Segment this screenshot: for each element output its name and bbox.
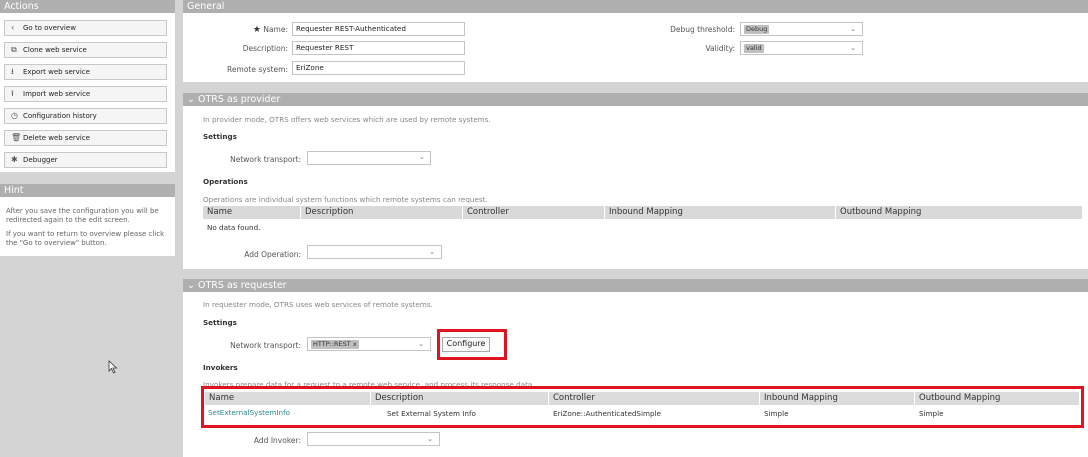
validity-select[interactable]: valid ⌄ [740, 41, 863, 55]
general-panel: General ★ Name: Requester REST-Authentic… [183, 0, 1088, 82]
action-button[interactable]: ◷ Configuration history [4, 108, 167, 124]
invokers-title: Invokers [203, 363, 238, 372]
chevron-down-icon: ⌄ [850, 44, 856, 52]
col-description: Description [301, 206, 463, 219]
action-label: Debugger [23, 156, 58, 164]
action-button[interactable]: ⭳ Export web service [4, 64, 167, 80]
remote-system-label: Remote system: [227, 65, 288, 74]
requester-transport-select[interactable]: HTTP::REST x ⌄ [307, 337, 431, 351]
name-label: ★ Name: [252, 25, 288, 35]
operations-table: Name Description Controller Inbound Mapp… [203, 206, 1083, 236]
requester-settings-title: Settings [203, 318, 237, 327]
hint-title: Hint [0, 184, 175, 197]
requester-intro: In requester mode, OTRS uses web service… [203, 300, 433, 309]
add-operation-label: Add Operation: [244, 250, 301, 259]
requester-title: OTRS as requester [198, 280, 287, 291]
action-button[interactable]: ✱ Debugger [4, 152, 167, 168]
action-label: Clone web service [23, 46, 87, 54]
provider-settings-title: Settings [203, 132, 237, 141]
action-button[interactable]: 🗑 Delete web service [4, 130, 167, 146]
chevron-down-icon: ⌄ [850, 25, 856, 33]
col-name: Name [203, 206, 301, 219]
collapse-chevron-icon: ⌄ [187, 280, 195, 291]
debug-threshold-select[interactable]: Debug ⌄ [740, 22, 863, 36]
chip-remove-icon[interactable]: x [353, 340, 357, 348]
add-invoker-label: Add Invoker: [253, 436, 301, 445]
export-icon: ⭳ [11, 67, 14, 76]
action-button[interactable]: ⧉ Clone web service [4, 42, 167, 58]
transport-chip-label: HTTP::REST [313, 340, 351, 348]
operations-intro: Operations are individual system functio… [203, 195, 488, 204]
action-label: Configuration history [23, 112, 97, 120]
configure-highlight [437, 329, 507, 360]
provider-intro: In provider mode, OTRS offers web servic… [203, 115, 491, 124]
bug-icon: ✱ [11, 155, 18, 164]
add-invoker-select[interactable]: ⌄ [307, 432, 440, 446]
collapse-chevron-icon: ⌄ [187, 94, 195, 105]
validity-label: Validity: [705, 44, 735, 53]
remote-system-input[interactable]: EriZone [292, 61, 465, 75]
chevron-down-icon: ⌄ [429, 248, 435, 256]
action-button[interactable]: ⭱ Import web service [4, 86, 167, 102]
provider-panel: ⌄ OTRS as provider In provider mode, OTR… [183, 93, 1088, 269]
provider-transport-select[interactable] [307, 151, 431, 165]
empty-message: No data found. [207, 223, 261, 232]
import-icon: ⭱ [11, 89, 14, 98]
action-label: Delete web service [23, 134, 90, 142]
requester-header[interactable]: ⌄ OTRS as requester [183, 279, 1088, 292]
trash-icon: 🗑 [11, 133, 22, 142]
chevron-down-icon: ⌄ [427, 435, 433, 443]
provider-title: OTRS as provider [198, 94, 281, 105]
description-label: Description: [242, 44, 288, 53]
col-outbound-mapping: Outbound Mapping [836, 206, 1083, 219]
general-title: General [183, 0, 1088, 13]
col-controller: Controller [463, 206, 605, 219]
validity-value: valid [744, 44, 764, 53]
add-operation-select[interactable]: ⌄ [307, 245, 442, 259]
name-input[interactable]: Requester REST-Authenticated [292, 22, 465, 36]
provider-transport-label: Network transport: [230, 155, 301, 164]
invokers-table-highlight [201, 386, 1084, 428]
action-label: Export web service [23, 68, 90, 76]
requester-transport-label: Network transport: [230, 341, 301, 350]
chevron-left-icon: ‹ [11, 23, 15, 32]
chevron-down-icon: ⌄ [418, 340, 424, 348]
col-inbound-mapping: Inbound Mapping [605, 206, 836, 219]
hint-panel: Hint After you save the configuration yo… [0, 184, 175, 256]
provider-header[interactable]: ⌄ OTRS as provider [183, 93, 1088, 106]
history-icon: ◷ [11, 111, 18, 120]
transport-chip: HTTP::REST x [311, 340, 359, 349]
action-button[interactable]: ‹ Go to overview [4, 20, 167, 36]
action-label: Import web service [23, 90, 91, 98]
actions-title: Actions [0, 0, 175, 13]
hint-text-1: After you save the configuration you wil… [6, 207, 159, 224]
operations-title: Operations [203, 177, 248, 186]
chevron-down-icon: ⌄ [419, 153, 425, 161]
mouse-cursor-icon [108, 360, 118, 376]
requester-panel: ⌄ OTRS as requester In requester mode, O… [183, 279, 1088, 457]
description-input[interactable]: Requester REST [292, 41, 465, 55]
clone-icon: ⧉ [11, 45, 17, 54]
action-label: Go to overview [23, 24, 76, 32]
debug-threshold-label: Debug threshold: [670, 25, 735, 34]
debug-threshold-value: Debug [744, 25, 770, 34]
actions-panel: Actions ‹ Go to overview ⧉ Clone web servic… [0, 0, 175, 172]
hint-text-2: If you want to return to overview please… [6, 230, 165, 247]
